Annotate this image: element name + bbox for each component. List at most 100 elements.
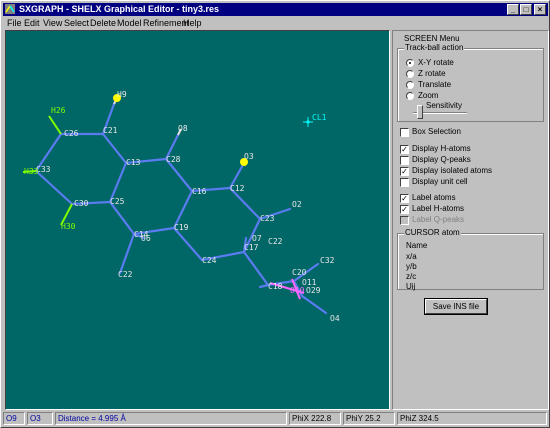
atom-label: C16 <box>192 187 207 196</box>
atom-label: O29 <box>306 286 321 295</box>
sensitivity-slider-thumb[interactable] <box>417 105 423 119</box>
atom-label: C12 <box>230 184 245 193</box>
bonds <box>34 102 328 315</box>
cursor-xa-label: x/a <box>406 252 417 261</box>
label-q-peaks-checkbox <box>400 216 409 225</box>
save-ins-button[interactable]: Save INS file <box>424 298 488 315</box>
display-isolated-atoms-label[interactable]: Display isolated atoms <box>412 166 492 176</box>
cursor-name-label: Name <box>406 241 428 250</box>
display-q-peaks-checkbox[interactable] <box>400 156 409 165</box>
window-title: SXGRAPH - SHELX Graphical Editor - tiny3… <box>19 4 220 14</box>
label-atoms-label[interactable]: Label atoms <box>412 193 456 203</box>
atom-label: C22 <box>268 237 283 246</box>
bond <box>242 250 270 287</box>
menu-help[interactable]: Help <box>183 17 202 29</box>
status-atom1: O9 <box>3 412 25 425</box>
atom-label: C19 <box>174 223 189 232</box>
atom-label: C23 <box>260 214 275 223</box>
bond <box>34 169 74 206</box>
box-selection-label[interactable]: Box Selection <box>412 127 461 137</box>
bond <box>300 294 328 315</box>
bond <box>108 200 136 236</box>
menu-bar: File Edit View Select Delete Model Refin… <box>3 17 548 29</box>
sensitivity-label: Sensitivity <box>426 101 463 110</box>
atom-label: H26 <box>51 106 66 115</box>
atom-label: C32 <box>320 256 335 265</box>
atom-label: C14 <box>134 230 149 239</box>
label-h-atoms-label[interactable]: Label H-atoms <box>412 204 464 214</box>
minimize-button[interactable]: _ <box>507 4 519 15</box>
atom-label: O4 <box>330 314 340 323</box>
atom-label: C24 <box>202 256 217 265</box>
atom-label: C25 <box>110 197 125 206</box>
zoom-label[interactable]: Zoom <box>418 91 438 101</box>
radio-dot <box>409 62 411 64</box>
maximize-button[interactable]: □ <box>520 4 532 15</box>
atom-label: C18 <box>268 282 283 291</box>
display-unit-cell-checkbox[interactable] <box>400 178 409 187</box>
main-window: SXGRAPH - SHELX Graphical Editor - tiny3… <box>0 0 550 428</box>
menu-delete[interactable]: Delete <box>90 17 116 29</box>
atom-label: H33 <box>24 167 39 176</box>
radio-xy-rotate[interactable] <box>406 59 414 67</box>
atom-label: C22 <box>118 270 133 279</box>
atom-label: H9 <box>117 90 127 99</box>
cursor-atom-title: CURSOR atom <box>404 228 461 237</box>
menu-file[interactable]: File <box>7 17 22 29</box>
atom-label: C30 <box>74 199 89 208</box>
atom-label: C21 <box>103 126 118 135</box>
hydrogen-bonds <box>22 97 182 226</box>
atom-label: CL1 <box>312 113 327 122</box>
status-phiy: PhiY 25.2 <box>343 412 395 425</box>
status-phiz: PhiZ 324.5 <box>397 412 547 425</box>
label-q-peaks-label: Label Q-peaks <box>412 215 465 224</box>
bond <box>172 226 204 262</box>
status-phix: PhiX 222.8 <box>289 412 341 425</box>
display-unit-cell-label[interactable]: Display unit cell <box>412 177 468 187</box>
bond <box>258 283 270 289</box>
trackball-title: Track-ball action <box>404 43 465 52</box>
atom-label: C26 <box>64 129 79 138</box>
display-h-atoms-checkbox[interactable]: ✓ <box>400 145 409 154</box>
radio-translate[interactable] <box>406 81 414 89</box>
bond <box>48 115 62 135</box>
close-button[interactable]: × <box>534 4 546 15</box>
status-bar: O9 O3 Distance = 4.995 Å PhiX 222.8 PhiY… <box>3 411 549 426</box>
display-h-atoms-label[interactable]: Display H-atoms <box>412 144 471 154</box>
label-atoms-checkbox[interactable]: ✓ <box>400 194 409 203</box>
molecule-viewport[interactable]: H26 H9 C26 C21 O8 O3 C13 C28 C33 H33 C12… <box>5 30 390 410</box>
atom-label: C20 <box>292 268 307 277</box>
atom-label: C17 <box>244 243 259 252</box>
atom-label: O10 <box>290 286 305 295</box>
menu-edit[interactable]: Edit <box>24 17 40 29</box>
bond <box>118 232 136 275</box>
screen-menu-panel: SCREEN Menu Track-ball action X-Y rotate… <box>392 30 549 410</box>
atom-label: O2 <box>292 200 302 209</box>
cursor-yb-label: y/b <box>406 262 417 271</box>
cursor-atom-group: CURSOR atom Name x/a y/b z/c Uij <box>397 228 544 291</box>
display-isolated-atoms-checkbox[interactable]: ✓ <box>400 167 409 176</box>
radio-zoom[interactable] <box>406 92 414 100</box>
molecule-canvas[interactable]: H26 H9 C26 C21 O8 O3 C13 C28 C33 H33 C12… <box>6 31 390 410</box>
menu-select[interactable]: Select <box>64 17 89 29</box>
box-selection-checkbox[interactable] <box>400 128 409 137</box>
z-rotate-label[interactable]: Z rotate <box>418 69 446 79</box>
label-h-atoms-checkbox[interactable]: ✓ <box>400 205 409 214</box>
cursor-uij-label: Uij <box>406 282 416 291</box>
atom-label: C13 <box>126 158 141 167</box>
radio-z-rotate[interactable] <box>406 70 414 78</box>
atom-label: O7 <box>252 234 262 243</box>
cursor-zc-label: z/c <box>406 272 417 281</box>
display-q-peaks-label[interactable]: Display Q-peaks <box>412 155 471 165</box>
atom-label: H30 <box>61 222 76 231</box>
xy-rotate-label[interactable]: X-Y rotate <box>418 58 454 68</box>
atom-label: C28 <box>166 155 181 164</box>
menu-model[interactable]: Model <box>117 17 142 29</box>
atom-label: O8 <box>178 124 188 133</box>
atom-label: O3 <box>244 152 254 161</box>
menu-view[interactable]: View <box>43 17 62 29</box>
status-distance: Distance = 4.995 Å <box>55 412 287 425</box>
title-bar: SXGRAPH - SHELX Graphical Editor - tiny3… <box>3 3 548 16</box>
app-icon <box>5 4 15 14</box>
translate-label[interactable]: Translate <box>418 80 451 90</box>
